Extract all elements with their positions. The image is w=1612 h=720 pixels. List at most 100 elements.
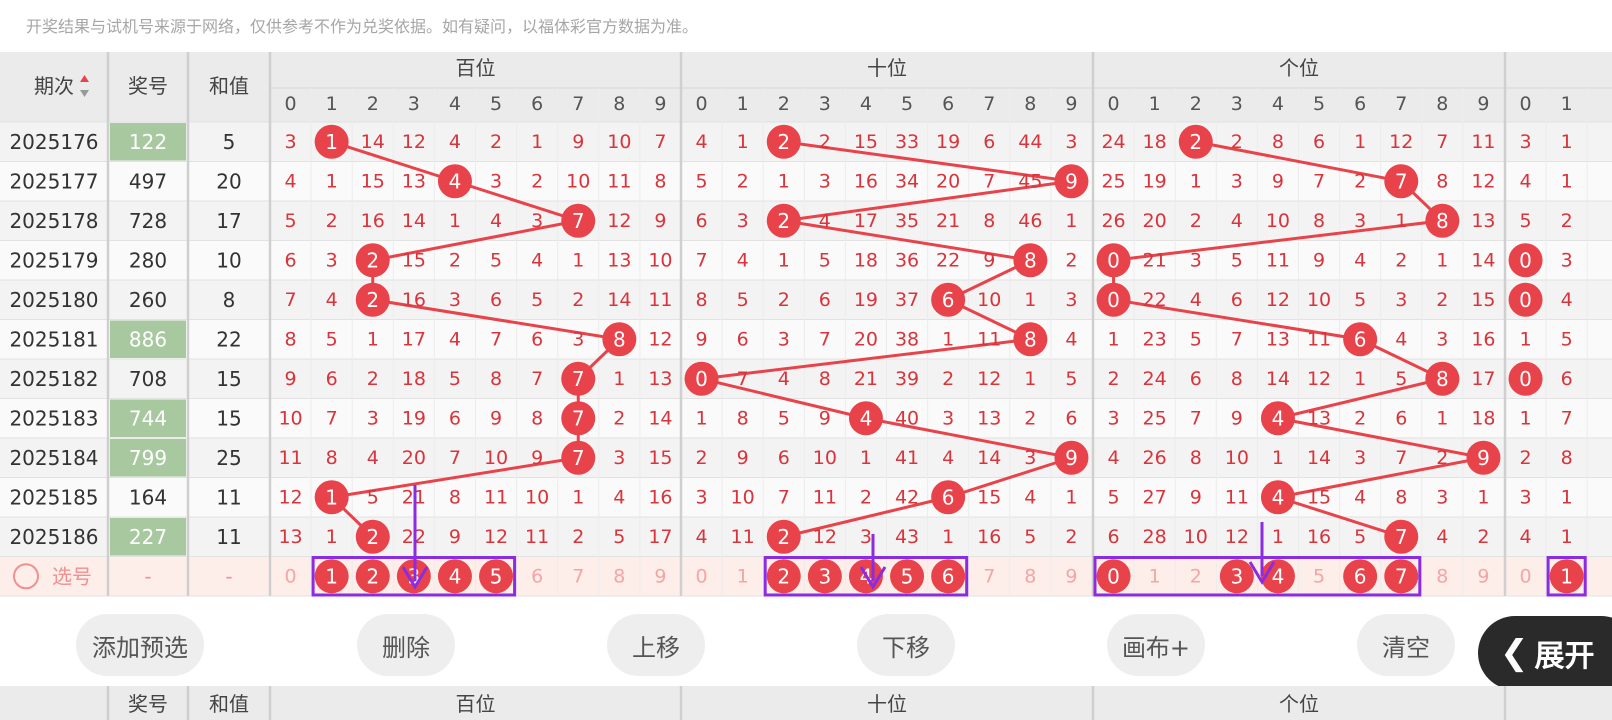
miss-count: 5 <box>1231 249 1243 271</box>
miss-count: 3 <box>1520 486 1532 508</box>
miss-count: 4 <box>819 210 831 232</box>
miss-count: 12 <box>1225 526 1249 548</box>
row-number: 497 <box>129 169 167 193</box>
header-digit: 9 <box>654 93 666 115</box>
miss-count: 1 <box>737 131 749 153</box>
miss-count: 6 <box>778 447 790 469</box>
row-issue: 2025186 <box>9 525 98 549</box>
miss-count: 1 <box>778 170 790 192</box>
select-row-sum: - <box>225 564 232 588</box>
delete-button[interactable]: 删除 <box>357 614 455 676</box>
miss-count: 45 <box>1018 170 1042 192</box>
miss-count: 3 <box>490 170 502 192</box>
header-digit: 5 <box>901 93 913 115</box>
select-option-digit: 5 <box>1313 565 1325 587</box>
miss-count: 3 <box>1395 289 1407 311</box>
miss-count: 7 <box>326 407 338 429</box>
hit-ball-digit: 2 <box>366 525 379 549</box>
miss-count: 5 <box>1108 486 1120 508</box>
miss-count: 10 <box>1225 447 1249 469</box>
select-row-number: - <box>144 564 151 588</box>
miss-count: 5 <box>490 249 502 271</box>
row-number: 799 <box>129 446 167 470</box>
miss-count: 5 <box>778 407 790 429</box>
miss-count: 1 <box>449 210 461 232</box>
hit-ball-digit: 7 <box>572 406 585 430</box>
miss-count: 1 <box>778 249 790 271</box>
miss-count: 10 <box>566 170 590 192</box>
select-option-digit: 8 <box>1024 565 1036 587</box>
hit-ball-digit: 1 <box>325 485 338 509</box>
miss-count: 10 <box>977 289 1001 311</box>
select-option-digit: 8 <box>613 565 625 587</box>
miss-count: 3 <box>1024 447 1036 469</box>
miss-count: 1 <box>367 328 379 350</box>
miss-count: 8 <box>449 486 461 508</box>
miss-count: 10 <box>648 249 672 271</box>
miss-count: 5 <box>367 486 379 508</box>
header-digit: 9 <box>1477 93 1489 115</box>
header-issue: 期次 <box>34 74 74 98</box>
select-option-digit: 9 <box>654 565 666 587</box>
miss-count: 12 <box>813 526 837 548</box>
miss-count: 8 <box>1231 368 1243 390</box>
header-digit: 3 <box>819 93 831 115</box>
row-sum: 25 <box>216 446 241 470</box>
miss-count: 7 <box>1190 407 1202 429</box>
miss-count: 1 <box>1436 249 1448 271</box>
miss-count: 11 <box>1307 328 1331 350</box>
selected-ball-digit: 2 <box>777 564 790 588</box>
select-option-digit: 0 <box>285 565 297 587</box>
header-digit: 2 <box>1190 93 1202 115</box>
header-digit: 8 <box>1436 93 1448 115</box>
miss-count: 15 <box>402 249 426 271</box>
selected-ball-digit: 6 <box>1354 564 1367 588</box>
row-sum: 10 <box>216 248 241 272</box>
row-sum: 15 <box>216 367 241 391</box>
hit-ball-digit: 6 <box>942 288 955 312</box>
miss-count: 3 <box>326 249 338 271</box>
add-preselect-button[interactable]: 添加预选 <box>76 614 204 676</box>
miss-count: 6 <box>696 210 708 232</box>
header-digit: 2 <box>367 93 379 115</box>
row-issue: 2025182 <box>9 367 98 391</box>
hit-ball-digit: 2 <box>366 248 379 272</box>
selected-ball-digit: 3 <box>1230 564 1243 588</box>
move-up-button[interactable]: 上移 <box>607 614 705 676</box>
miss-count: 18 <box>402 368 426 390</box>
header-digit: 4 <box>860 93 872 115</box>
canvas-plus-button[interactable]: 画布+ <box>1107 614 1205 676</box>
miss-count: 13 <box>278 526 302 548</box>
clear-button[interactable]: 清空 <box>1357 614 1455 676</box>
miss-count: 2 <box>1395 249 1407 271</box>
miss-count: 43 <box>895 526 919 548</box>
miss-count: 21 <box>936 210 960 232</box>
row-stripe <box>0 122 1612 162</box>
miss-count: 4 <box>449 131 461 153</box>
row-issue: 2025180 <box>9 288 98 312</box>
miss-count: 5 <box>613 526 625 548</box>
hit-ball-digit: 7 <box>572 446 585 470</box>
miss-count: 16 <box>854 170 878 192</box>
header-digit: 5 <box>490 93 502 115</box>
miss-count: 7 <box>1313 170 1325 192</box>
miss-count: 1 <box>531 131 543 153</box>
header-digit: 7 <box>1395 93 1407 115</box>
row-number: 122 <box>129 130 167 154</box>
row-issue: 2025183 <box>9 406 98 430</box>
miss-count: 4 <box>326 289 338 311</box>
row-sum: 11 <box>216 525 241 549</box>
move-down-button[interactable]: 下移 <box>857 614 955 676</box>
row-number: 164 <box>129 485 167 509</box>
hit-ball-digit: 4 <box>1272 485 1285 509</box>
expand-button[interactable]: ❮ 展开 <box>1478 616 1612 690</box>
header-digit: 9 <box>1065 93 1077 115</box>
header-digit: 2 <box>778 93 790 115</box>
header-digit: 1 <box>1561 93 1573 115</box>
miss-count: 25 <box>1101 170 1125 192</box>
miss-count: 25 <box>1143 407 1167 429</box>
miss-count: 11 <box>1266 249 1290 271</box>
miss-count: 15 <box>648 447 672 469</box>
miss-count: 10 <box>1184 526 1208 548</box>
miss-count: 1 <box>942 526 954 548</box>
